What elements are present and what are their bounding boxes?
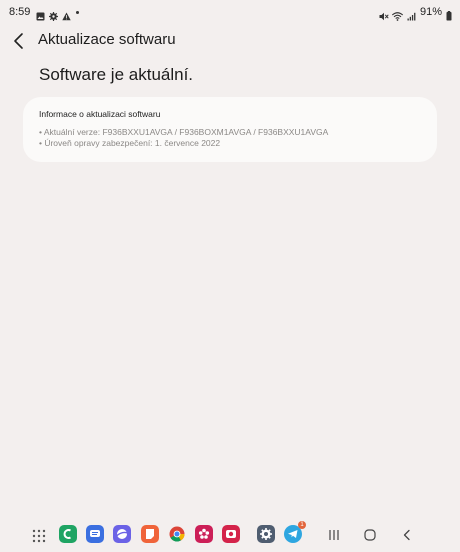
phone-app-icon[interactable] — [59, 525, 77, 543]
signal-icon — [407, 8, 416, 20]
battery-icon — [446, 8, 452, 20]
image-icon — [36, 8, 45, 20]
card-title: Informace o aktualizaci softwaru — [39, 109, 161, 119]
page-title: Aktualizace softwaru — [38, 31, 176, 48]
update-info-card: Informace o aktualizaci softwaru • Aktuá… — [23, 97, 437, 162]
settings-app-icon[interactable] — [257, 525, 275, 543]
app-bar: Aktualizace softwaru — [0, 28, 460, 54]
status-bar: 8:59 91% — [0, 0, 460, 26]
current-version-line: • Aktuální verze: F936BXXU1AVGA / F936BO… — [39, 127, 329, 137]
home-button[interactable] — [363, 528, 377, 542]
home-icon — [364, 529, 376, 541]
mute-icon — [379, 8, 389, 20]
security-patch-line: • Úroveň opravy zabezpečení: 1. července… — [39, 138, 221, 148]
bixby-app-icon[interactable] — [195, 525, 213, 543]
chrome-app-icon[interactable] — [168, 525, 186, 543]
recents-button[interactable] — [327, 528, 341, 542]
app-drawer-button[interactable] — [32, 529, 46, 543]
notes-app-icon[interactable] — [141, 525, 159, 543]
taskbar: 1 — [0, 518, 460, 552]
status-time: 8:59 — [9, 6, 31, 18]
warning-icon — [62, 8, 72, 20]
battery-percentage: 91% — [419, 6, 442, 18]
internet-app-icon[interactable] — [113, 525, 131, 543]
grid-icon — [32, 529, 46, 543]
notification-badge: 1 — [298, 521, 306, 529]
gear-icon — [49, 8, 59, 21]
status-left: 8:59 — [9, 6, 80, 21]
status-right: 91% — [379, 6, 452, 21]
chevron-left-icon — [14, 33, 23, 49]
update-status-headline: Software je aktuální. — [39, 65, 194, 84]
notification-dot-icon — [76, 10, 80, 14]
chevron-left-icon — [403, 529, 410, 541]
nav-back-button[interactable] — [400, 528, 414, 542]
camera-app-icon[interactable] — [222, 525, 240, 543]
wifi-icon — [391, 8, 404, 21]
messages-app-icon[interactable] — [86, 525, 104, 543]
recents-icon — [329, 530, 339, 540]
telegram-app-icon[interactable]: 1 — [284, 521, 306, 543]
back-button[interactable] — [10, 30, 28, 52]
